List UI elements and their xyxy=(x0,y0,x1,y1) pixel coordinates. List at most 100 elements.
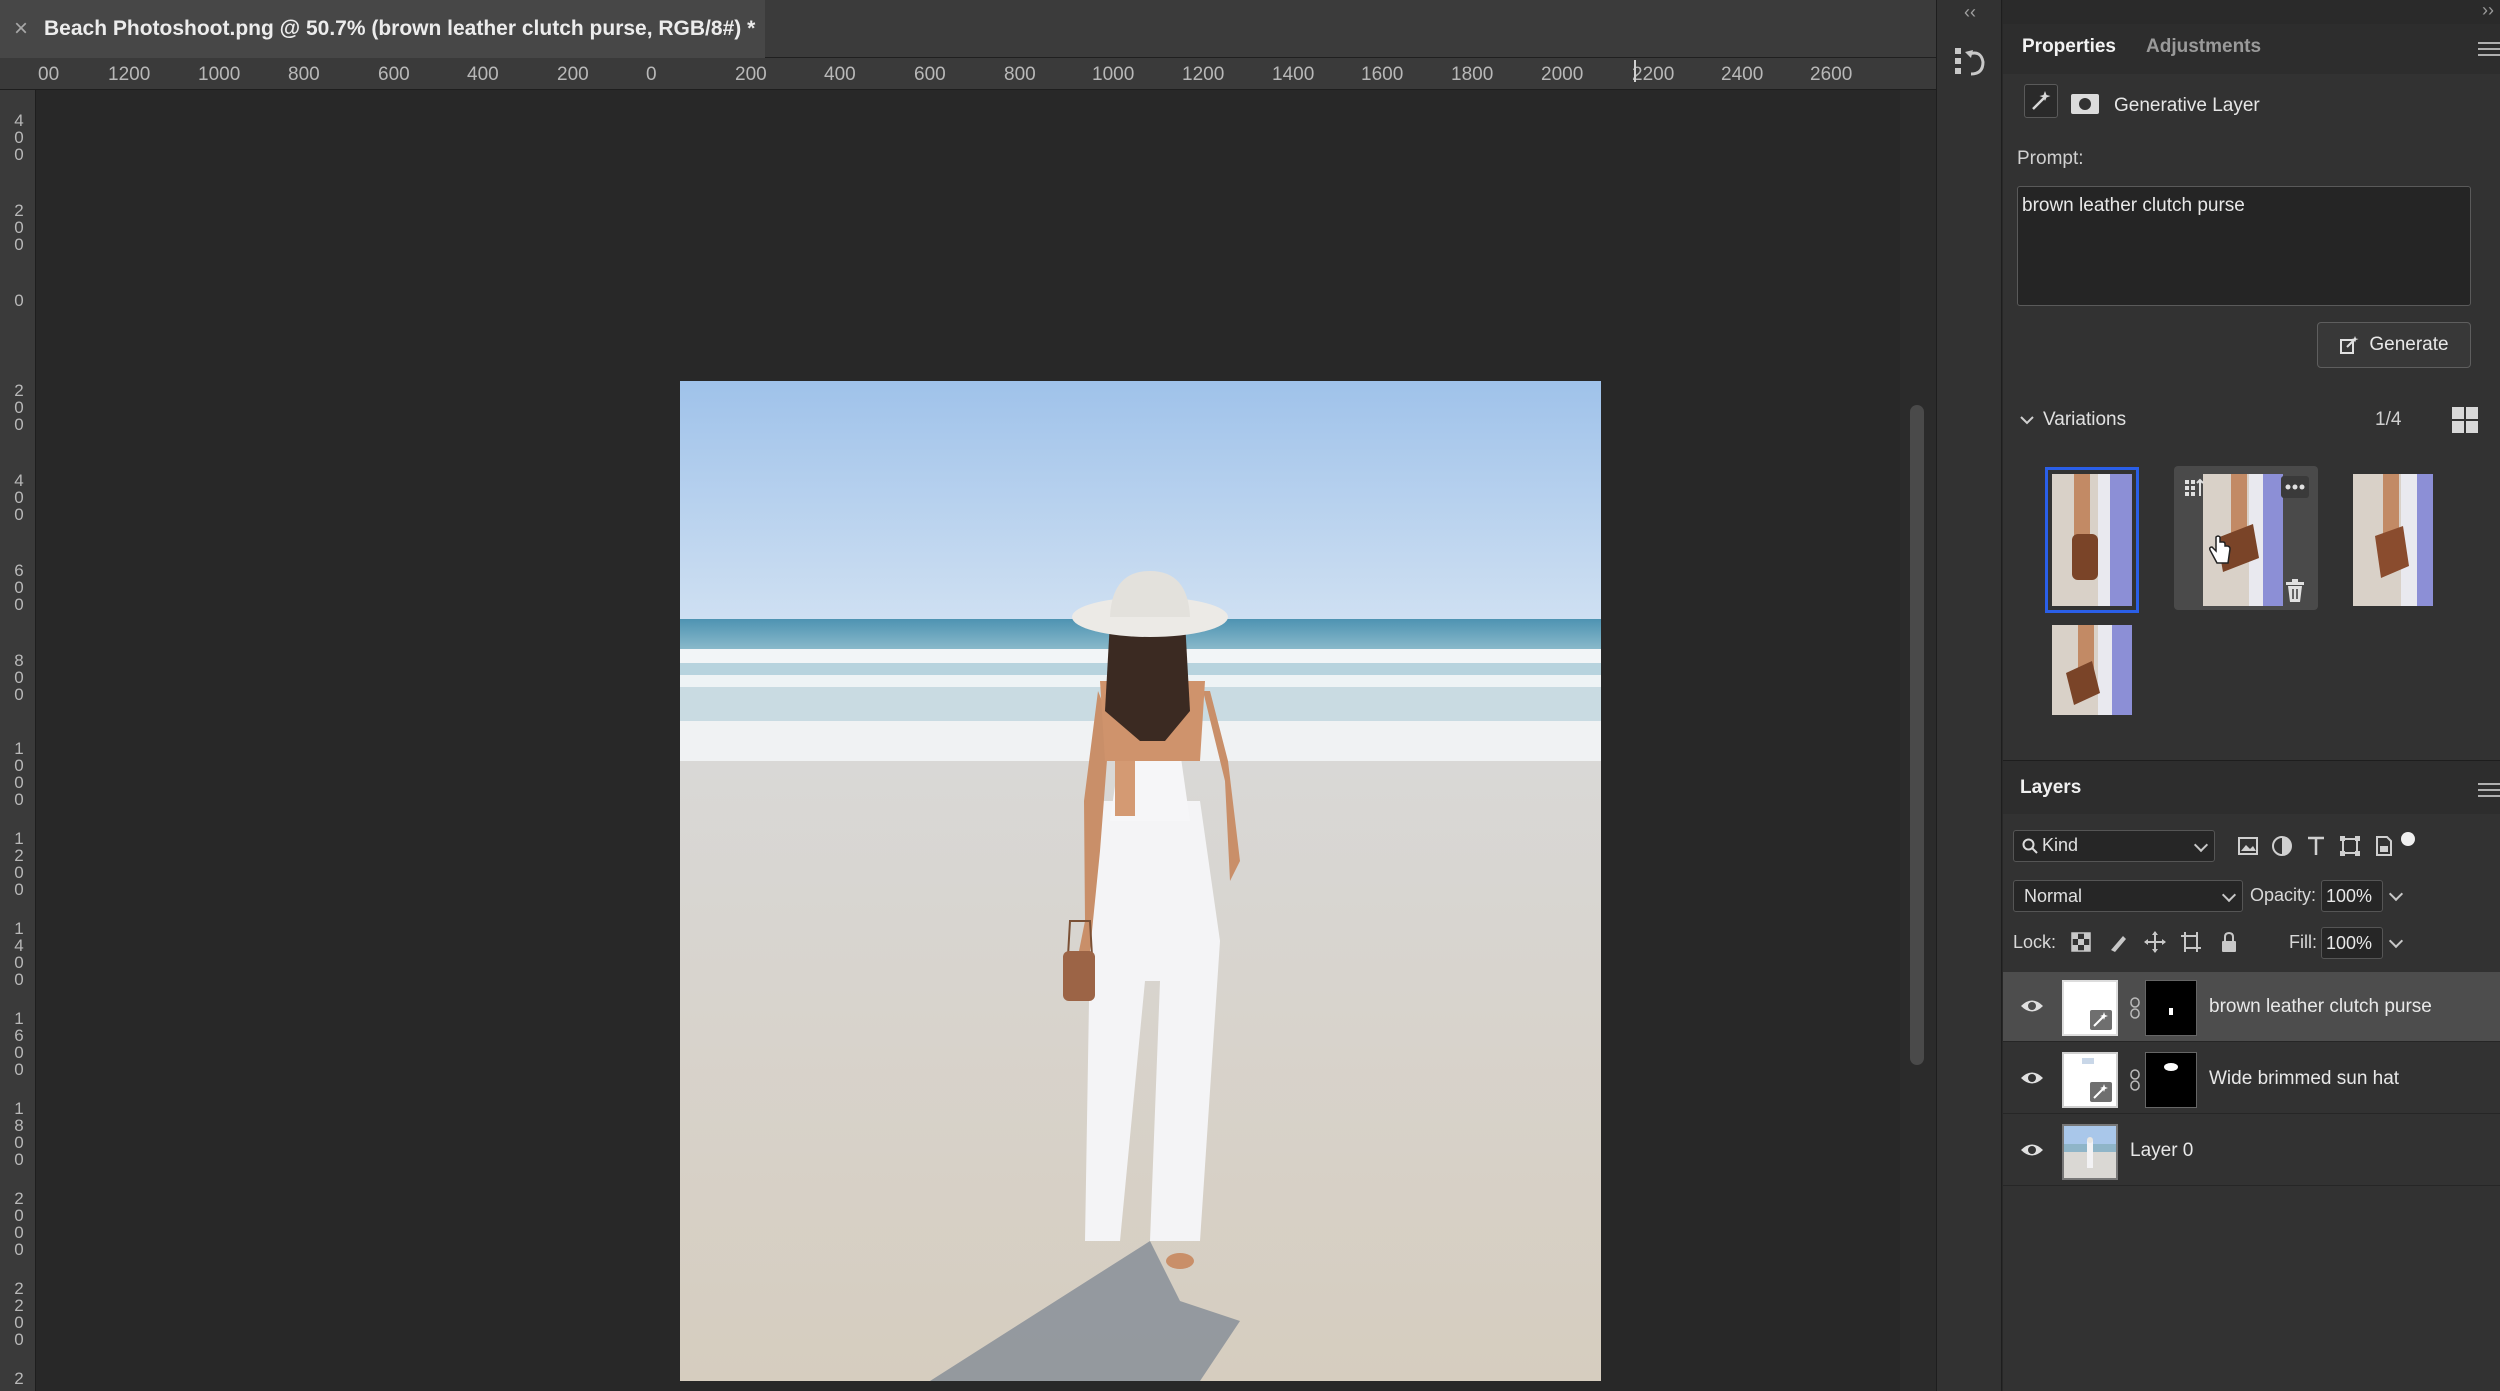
eye-icon[interactable] xyxy=(2020,1141,2044,1159)
ruler-label: 1000 xyxy=(1092,64,1135,85)
fill-label: Fill: xyxy=(2289,932,2317,952)
photoshop-window: × Beach Photoshoot.png @ 50.7% (brown le… xyxy=(0,0,2500,1391)
tab-properties[interactable]: Properties xyxy=(2022,36,2116,58)
ruler-label: 1600 xyxy=(14,1009,24,1079)
hand-cursor-icon xyxy=(2209,535,2231,564)
ruler-label: 200 xyxy=(14,201,24,254)
panel-top-strip: ›› xyxy=(2003,0,2500,24)
layers-menu-icon[interactable] xyxy=(2478,783,2500,797)
ruler-label: 400 xyxy=(824,64,856,85)
ruler-label: 800 xyxy=(14,651,24,704)
scrollbar-thumb[interactable] xyxy=(1910,405,1924,1065)
chevron-down-icon[interactable] xyxy=(2017,410,2037,430)
lock-label: Lock: xyxy=(2013,932,2057,952)
tab-layers[interactable]: Layers xyxy=(2020,777,2081,799)
lock-all-icon[interactable] xyxy=(2217,930,2241,954)
blend-mode-select[interactable]: Normal xyxy=(2013,880,2243,912)
close-tab-icon[interactable]: × xyxy=(14,15,44,43)
ruler-label: 0 xyxy=(14,291,24,310)
tab-adjustments[interactable]: Adjustments xyxy=(2146,36,2261,58)
ruler-label: 800 xyxy=(1004,64,1036,85)
layer-thumbnail xyxy=(2062,1124,2118,1180)
variations-header[interactable]: Variations 1/4 xyxy=(2017,406,2487,436)
search-icon xyxy=(2022,838,2038,854)
variation-thumbnail-4[interactable] xyxy=(2052,625,2132,715)
layer-filter-kind-select[interactable]: Kind xyxy=(2013,830,2215,862)
expand-panels-icon[interactable]: ›› xyxy=(2482,0,2494,21)
ruler-label: 1200 xyxy=(108,64,151,85)
fill-input[interactable]: 100% xyxy=(2321,927,2383,959)
blend-mode-value: Normal xyxy=(2024,886,2083,906)
shape-layer-filter-icon[interactable] xyxy=(2338,834,2362,858)
layer-row-brown-leather-clutch-purse[interactable]: brown leather clutch purse xyxy=(2003,972,2500,1042)
layer-type-label: Generative Layer xyxy=(2114,95,2260,116)
history-icon[interactable] xyxy=(1951,42,1991,82)
lock-image-pixels-icon[interactable] xyxy=(2107,930,2131,954)
type-layer-filter-icon[interactable] xyxy=(2304,834,2328,858)
variation-thumbnail-3[interactable] xyxy=(2353,474,2433,606)
ruler-label: 600 xyxy=(378,64,410,85)
layer-name: brown leather clutch purse xyxy=(2209,996,2432,1017)
properties-layers-panel: ›› Properties Adjustments Generative Lay… xyxy=(2003,0,2500,1391)
adjustment-layer-filter-icon[interactable] xyxy=(2270,834,2294,858)
layer-mask-thumbnail[interactable] xyxy=(2145,980,2197,1036)
canvas-area[interactable] xyxy=(36,90,1900,1391)
ruler-label: 2 xyxy=(14,1369,24,1388)
beach-photo-illustration xyxy=(680,381,1601,1381)
canvas-vertical-scrollbar[interactable] xyxy=(1900,90,1936,1391)
generate-button[interactable]: Generate xyxy=(2317,322,2471,368)
lock-artboard-icon[interactable] xyxy=(2179,930,2203,954)
properties-tab-bar: Properties Adjustments xyxy=(2003,24,2500,74)
document-tab-bar: × Beach Photoshoot.png @ 50.7% (brown le… xyxy=(0,0,1936,58)
layer-mask-thumbnail[interactable] xyxy=(2145,1052,2197,1108)
eye-icon[interactable] xyxy=(2020,1069,2044,1087)
document-title: Beach Photoshoot.png @ 50.7% (brown leat… xyxy=(44,17,756,40)
link-icon[interactable] xyxy=(2129,1068,2141,1092)
ruler-label: 2000 xyxy=(1541,64,1584,85)
ruler-label: 1800 xyxy=(1451,64,1494,85)
fill-dropdown[interactable] xyxy=(2384,927,2410,959)
layer-thumbnail xyxy=(2062,980,2118,1036)
link-icon[interactable] xyxy=(2129,996,2141,1020)
layer-row-layer-0[interactable]: Layer 0 xyxy=(2003,1116,2500,1186)
pixel-layer-filter-icon[interactable] xyxy=(2236,834,2260,858)
variation-thumbnail-1[interactable] xyxy=(2045,467,2139,613)
variation-info-icon[interactable] xyxy=(2183,476,2207,500)
ruler-label: 1200 xyxy=(1182,64,1225,85)
ruler-label: 200 xyxy=(735,64,767,85)
grid-view-icon[interactable] xyxy=(2451,406,2479,434)
panel-menu-icon[interactable] xyxy=(2478,42,2500,56)
opacity-input[interactable]: 100% xyxy=(2321,880,2383,912)
ruler-label: 0 xyxy=(646,64,657,85)
generative-layer-icon xyxy=(2024,84,2058,118)
generative-badge-icon xyxy=(2082,1058,2112,1102)
beach-thumbnail xyxy=(2064,1126,2116,1178)
smart-object-filter-icon[interactable] xyxy=(2372,834,2396,858)
more-options-icon xyxy=(2285,484,2305,490)
ruler-label: 1400 xyxy=(14,919,24,989)
delete-variation-icon[interactable] xyxy=(2283,578,2307,604)
ruler-label: 600 xyxy=(14,561,24,614)
ruler-label: 1600 xyxy=(1361,64,1404,85)
eye-icon[interactable] xyxy=(2020,997,2044,1015)
beach-photo[interactable] xyxy=(680,381,1601,1381)
ruler-label: 2200 xyxy=(1632,64,1675,85)
opacity-dropdown[interactable] xyxy=(2384,880,2410,912)
generate-label: Generate xyxy=(2369,334,2449,355)
collapse-panels-icon[interactable]: ‹‹ xyxy=(1964,2,1976,23)
ruler-label: 00 xyxy=(38,64,60,85)
filter-toggle[interactable] xyxy=(2401,832,2415,846)
ruler-label: 2600 xyxy=(1810,64,1853,85)
chevron-down-icon xyxy=(2388,933,2404,949)
variation-more-button[interactable] xyxy=(2281,476,2309,498)
vertical-ruler[interactable]: 400 200 0 200 400 600 800 1000 1200 1400… xyxy=(0,90,36,1391)
layer-name: Layer 0 xyxy=(2130,1140,2194,1161)
document-tab[interactable]: × Beach Photoshoot.png @ 50.7% (brown le… xyxy=(0,0,765,58)
layer-row-wide-brimmed-sun-hat[interactable]: Wide brimmed sun hat xyxy=(2003,1044,2500,1114)
lock-position-icon[interactable] xyxy=(2143,930,2167,954)
prompt-input[interactable]: brown leather clutch purse xyxy=(2017,186,2471,306)
ruler-label: 200 xyxy=(557,64,589,85)
prompt-label: Prompt: xyxy=(2017,148,2084,169)
horizontal-ruler[interactable]: 00 1200 1000 800 600 400 200 0 200 400 6… xyxy=(0,58,1936,90)
lock-transparent-pixels-icon[interactable] xyxy=(2069,930,2093,954)
